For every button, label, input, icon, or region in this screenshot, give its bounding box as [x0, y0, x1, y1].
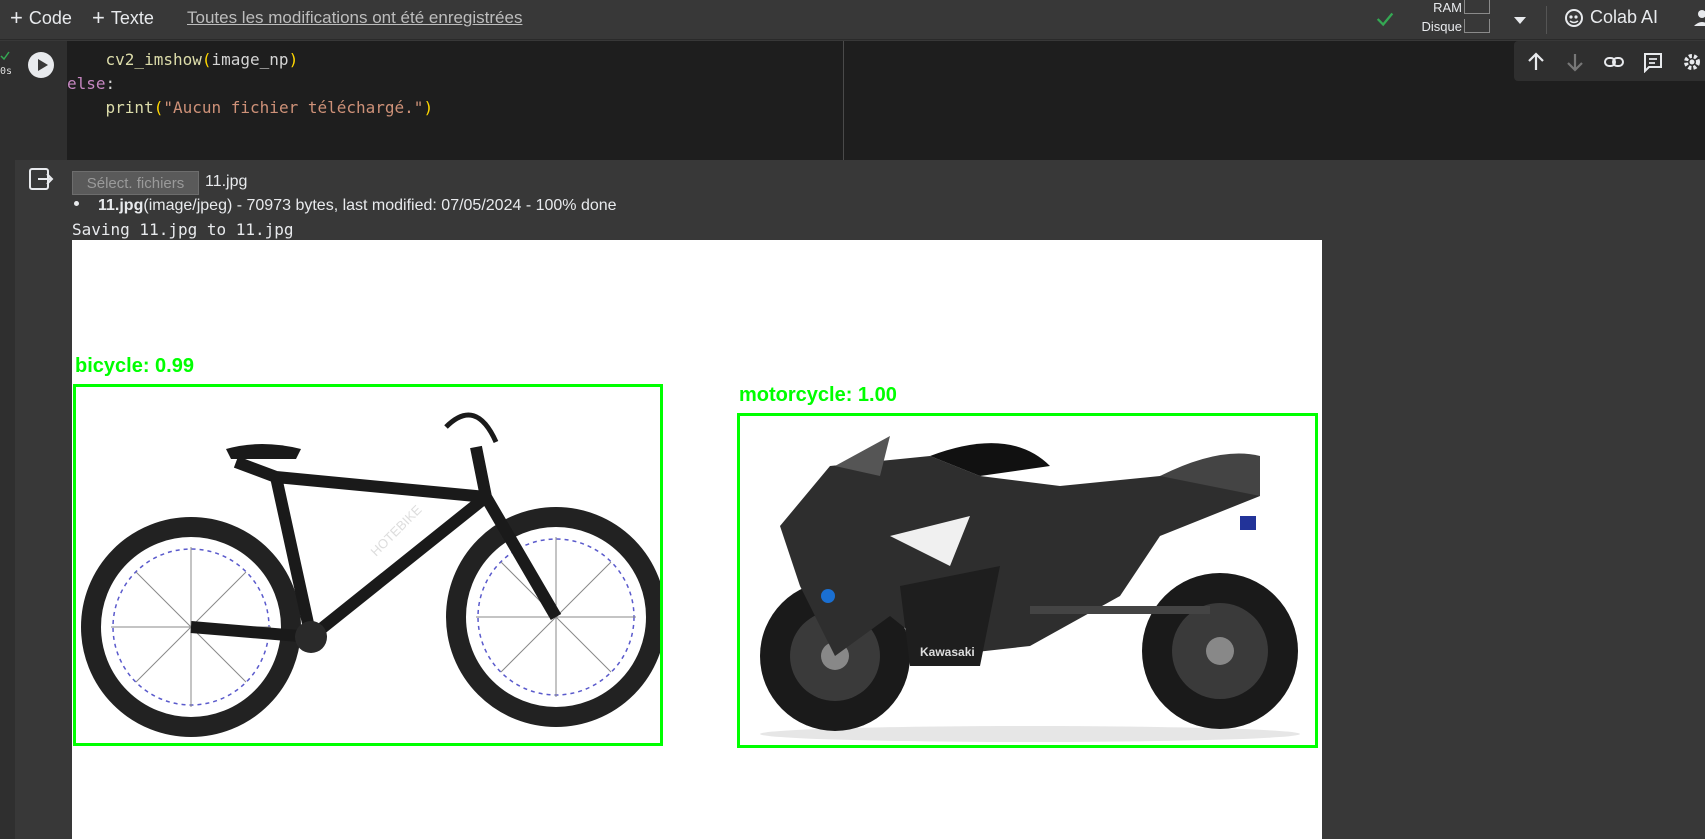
cell-toolbar — [1514, 41, 1705, 81]
connected-check-icon[interactable] — [1374, 8, 1396, 30]
select-files-button[interactable]: Sélect. fichiers — [72, 171, 199, 195]
move-down-icon[interactable] — [1564, 51, 1586, 73]
detection-box-motorcycle: Kawasaki — [737, 413, 1318, 748]
moto-brand-text: Kawasaki — [920, 645, 975, 659]
add-code-label: Code — [28, 7, 72, 28]
bicycle-image: HOTEBIKE — [81, 412, 666, 737]
colab-ai-button[interactable]: Colab AI — [1564, 7, 1658, 28]
colab-ai-icon — [1565, 8, 1583, 27]
move-up-icon[interactable] — [1525, 51, 1547, 73]
clear-output-icon[interactable] — [28, 167, 54, 191]
plus-icon: + — [92, 5, 105, 30]
disk-label: Disque — [1421, 19, 1462, 34]
code-function: print — [105, 98, 154, 117]
account-icon[interactable] — [1692, 8, 1705, 28]
add-code-button[interactable]: + Code — [10, 7, 72, 29]
bullet — [74, 201, 79, 206]
code-line: else: — [67, 74, 116, 93]
play-icon — [38, 59, 48, 71]
code-function: cv2_imshow — [105, 50, 202, 69]
code-argument: image_np — [211, 50, 289, 69]
code-keyword: else — [67, 74, 106, 93]
divider — [1546, 6, 1547, 34]
motorcycle-image: Kawasaki — [760, 436, 1300, 742]
add-text-label: Texte — [110, 7, 154, 28]
code-line: cv2_imshow(image_np) — [105, 50, 299, 69]
detection-label-bicycle: bicycle: 0.99 — [75, 355, 194, 377]
colab-ai-label: Colab AI — [1590, 7, 1659, 27]
file-info-name: 11.jpg — [98, 197, 144, 214]
add-text-button[interactable]: + Texte — [92, 7, 154, 29]
ram-label: RAM — [1433, 0, 1462, 15]
plus-icon: + — [10, 5, 23, 30]
run-cell-button[interactable] — [28, 52, 54, 78]
link-icon[interactable] — [1603, 51, 1625, 73]
detection-label-motorcycle: motorcycle: 1.00 — [739, 384, 897, 406]
detection-output-image: bicycle: 0.99 HOTEBIKE motorcycle: 1.00 — [72, 240, 1322, 839]
save-status-link[interactable]: Toutes les modifications ont été enregis… — [187, 8, 522, 28]
comment-icon[interactable] — [1642, 51, 1664, 73]
chevron-down-icon[interactable] — [1510, 10, 1530, 30]
saving-message: Saving 11.jpg to 11.jpg — [72, 220, 294, 239]
resource-monitor[interactable]: RAM Disque — [1412, 0, 1492, 38]
gear-icon[interactable] — [1681, 51, 1703, 73]
selected-file-name: 11.jpg — [205, 173, 248, 190]
code-string: "Aucun fichier téléchargé." — [163, 98, 424, 117]
ram-bar — [1464, 0, 1490, 14]
file-info-details: (image/jpeg) - 70973 bytes, last modifie… — [143, 197, 617, 214]
left-gutter — [0, 41, 15, 839]
top-toolbar: + Code + Texte Toutes les modifications … — [0, 0, 1705, 40]
disk-bar — [1464, 19, 1490, 33]
exec-time: 0s — [0, 66, 13, 77]
detection-box-bicycle: HOTEBIKE — [73, 384, 666, 746]
exec-check-icon — [0, 51, 10, 61]
code-editor[interactable]: cv2_imshow(image_np) else: print("Aucun … — [67, 41, 843, 160]
file-info-item: 11.jpg (image/jpeg) - 70973 bytes, last … — [72, 197, 617, 215]
code-line: print("Aucun fichier téléchargé.") — [105, 98, 434, 117]
